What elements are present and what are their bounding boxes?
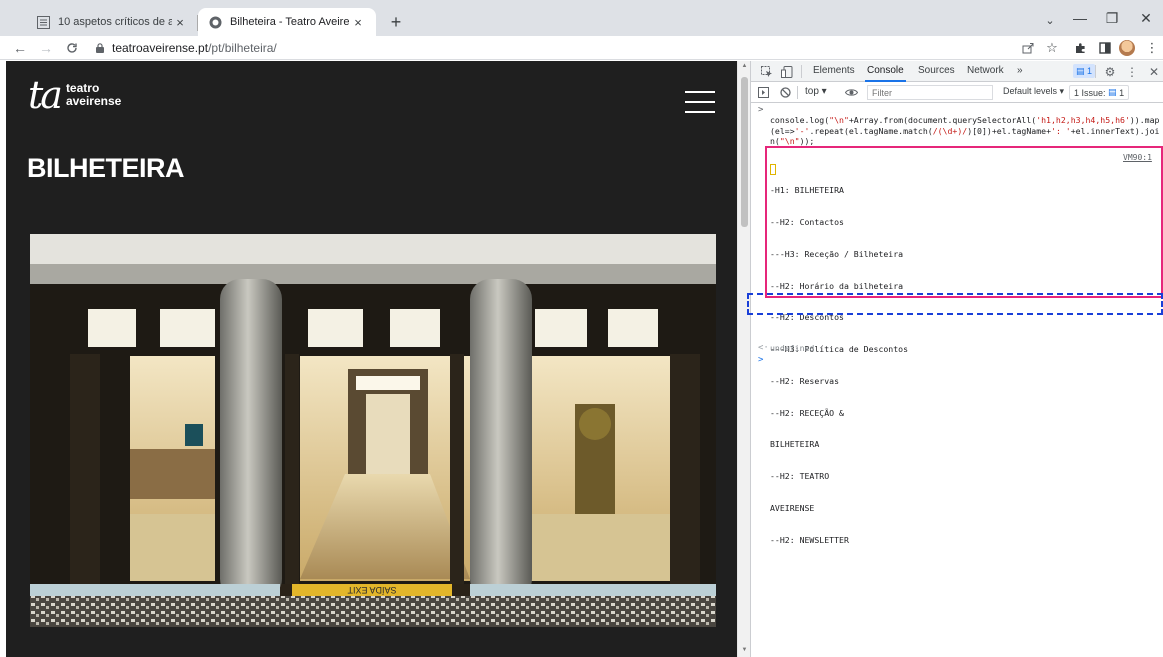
website-viewport: ta teatro aveirense BILHETEIRA SAÍDA EXI… — [6, 61, 737, 657]
site-logo[interactable]: ta teatro aveirense — [28, 75, 121, 115]
scrollbar-thumb[interactable] — [741, 77, 748, 227]
page-scrollbar[interactable]: ▲ ▼ — [737, 61, 750, 657]
cmd-string: "\n" — [779, 136, 800, 147]
document-list-icon — [36, 15, 50, 29]
context-selector[interactable]: top ▾ — [805, 86, 827, 97]
devtools-tab-console[interactable]: Console — [865, 65, 906, 82]
new-tab-button[interactable]: + — [384, 10, 408, 34]
logo-mark: ta — [28, 73, 63, 117]
reload-button[interactable] — [62, 38, 82, 58]
browser-tab-accessibility[interactable]: 10 aspetos críticos de acessibilid × — [26, 8, 198, 36]
logo-line-2: aveirense — [65, 94, 122, 108]
divider — [801, 65, 802, 78]
devtools-menu-icon[interactable]: ⋮ — [1124, 64, 1140, 79]
output-line: --H2: Reservas — [770, 375, 840, 386]
cmd-part: .repeat(el.tagName.match( — [809, 125, 933, 136]
back-button[interactable]: ← — [10, 38, 30, 58]
devtools-tab-sources[interactable]: Sources — [918, 65, 955, 76]
output-line: BILHETEIRA — [770, 439, 820, 450]
output-line: --H2: TEATRO — [770, 471, 830, 482]
issues-button[interactable]: 1 Issue: ▤ 1 — [1069, 85, 1130, 100]
devtools-tab-elements[interactable]: Elements — [813, 65, 855, 76]
menu-bar — [685, 111, 715, 113]
hero-photo: SAÍDA EXIT — [30, 234, 716, 627]
reload-icon — [67, 43, 77, 53]
output-highlight-box — [765, 146, 1163, 298]
share-icon[interactable] — [1018, 38, 1038, 58]
output-line: --H2: RECEÇÃO & — [770, 407, 844, 418]
cmd-part: console.log( — [770, 115, 830, 125]
issues-label: 1 Issue: — [1074, 87, 1106, 98]
devtools-close-icon[interactable]: ✕ — [1146, 64, 1162, 79]
cmd-string: "\n" — [829, 115, 849, 125]
sidebar-toggle-icon[interactable] — [755, 85, 771, 100]
close-icon[interactable]: × — [350, 14, 366, 30]
menu-bar — [685, 91, 715, 93]
more-tabs-button[interactable]: » — [1017, 65, 1023, 76]
menu-bar — [685, 101, 715, 103]
device-toolbar-icon[interactable] — [779, 64, 795, 79]
avatar — [1119, 40, 1135, 56]
issues-count: 1 — [1119, 87, 1125, 98]
clear-console-icon[interactable] — [777, 85, 793, 100]
forward-button[interactable]: → — [36, 38, 56, 58]
hamburger-menu-icon[interactable] — [685, 91, 715, 113]
window-close-button[interactable]: ✕ — [1131, 6, 1161, 30]
globe-icon — [208, 15, 222, 29]
scroll-up-arrow[interactable]: ▲ — [741, 63, 748, 69]
console-filter-input[interactable] — [867, 85, 993, 100]
close-icon[interactable]: × — [172, 14, 188, 30]
settings-gear-icon[interactable]: ⚙ — [1102, 64, 1118, 79]
divider — [797, 86, 798, 99]
output-line: --H2: NEWSLETTER — [770, 534, 849, 545]
cmd-regex: /(\d+)/ — [932, 125, 968, 136]
cmd-part: +Array.from(document.querySelectorAll( — [848, 115, 1037, 125]
browser-toolbar: ← → teatroaveirense.pt/pt/bilheteira/ ☆ … — [0, 36, 1163, 60]
profile-avatar[interactable] — [1117, 38, 1137, 58]
tab-strip: 10 aspetos críticos de acessibilid × Bil… — [0, 0, 1163, 36]
devtools-tab-network[interactable]: Network — [967, 65, 1004, 76]
page-title: BILHETEIRA — [27, 153, 185, 183]
inspect-element-icon[interactable] — [759, 64, 775, 79]
console-result: undefined — [770, 343, 815, 353]
logo-wordmark: teatro aveirense — [66, 82, 121, 108]
lock-icon[interactable] — [96, 42, 104, 53]
maximize-button[interactable]: ❐ — [1097, 6, 1127, 30]
cmd-part: )); — [799, 136, 815, 147]
tab-title: 10 aspetos críticos de acessibilid — [58, 16, 172, 28]
message-count-badge[interactable]: ▤ 1 — [1073, 64, 1096, 78]
cmd-string: '-' — [794, 125, 810, 136]
message-count: 1 — [1087, 66, 1093, 76]
tab-search-icon[interactable]: ⌄ — [1040, 10, 1060, 30]
live-expression-eye-icon[interactable] — [843, 85, 859, 100]
logo-line-1: teatro — [65, 81, 100, 95]
log-levels-dropdown[interactable]: Default levels ▾ — [1003, 86, 1064, 97]
console-toolbar: top ▾ Default levels ▾ 1 Issue: ▤ 1 — [751, 82, 1163, 103]
result-prompt-icon: <· — [758, 343, 769, 353]
devtools-tab-bar: Elements Console Sources Network » ▤ 1 ⚙… — [751, 61, 1163, 82]
console-command[interactable]: console.log("\n"+Array.from(document.que… — [770, 115, 1160, 147]
url-host: teatroaveirense.pt — [112, 41, 209, 55]
tab-title: Bilheteira - Teatro Aveirense — [230, 16, 350, 28]
extensions-puzzle-icon[interactable] — [1071, 38, 1091, 58]
input-prompt-icon: > — [758, 105, 764, 115]
message-icon: ▤ — [1076, 65, 1085, 76]
bookmark-star-icon[interactable]: ☆ — [1042, 38, 1062, 58]
result-highlight-box — [747, 293, 1163, 315]
address-bar[interactable]: teatroaveirense.pt/pt/bilheteira/ — [112, 41, 277, 55]
side-panel-icon[interactable] — [1095, 38, 1115, 58]
cmd-string: 'h1,h2,h3,h4,h5,h6' — [1036, 115, 1130, 125]
exit-sign-text: SAÍDA EXIT — [347, 585, 397, 595]
cmd-string: ': ' — [1051, 125, 1071, 136]
url-path: /pt/bilheteira/ — [208, 41, 277, 55]
browser-tab-bilheteira[interactable]: Bilheteira - Teatro Aveirense × — [198, 8, 376, 36]
output-line: AVEIRENSE — [770, 503, 815, 513]
browser-menu-icon[interactable]: ⋮ — [1142, 38, 1162, 58]
issue-message-icon: ▤ — [1108, 87, 1117, 97]
cmd-part: )[0])+el.tagName+ — [967, 125, 1052, 136]
console-input-prompt[interactable]: > — [758, 355, 763, 366]
divider — [1095, 65, 1096, 78]
minimize-button[interactable]: — — [1065, 6, 1095, 30]
scroll-down-arrow[interactable]: ▼ — [741, 647, 748, 653]
